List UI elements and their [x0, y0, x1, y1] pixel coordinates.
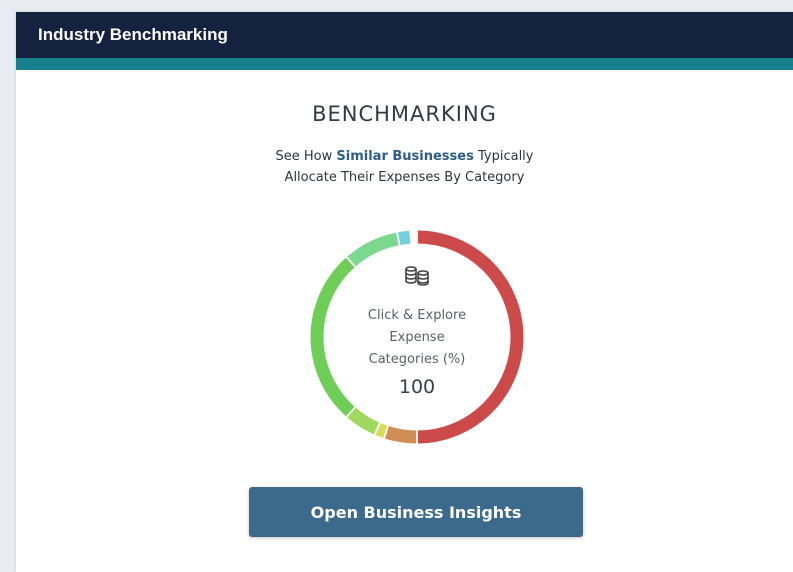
- donut-segment[interactable]: [310, 257, 355, 417]
- donut-segment[interactable]: [397, 230, 411, 246]
- panel-title: Industry Benchmarking: [38, 25, 228, 44]
- accent-bar: [16, 58, 793, 70]
- subtitle-suffix: Typically: [473, 149, 534, 164]
- subtitle-prefix: See How: [275, 149, 337, 164]
- subtitle-highlight: Similar Businesses: [336, 149, 474, 164]
- donut-segment[interactable]: [385, 426, 417, 444]
- donut-segment[interactable]: [347, 232, 399, 267]
- section-heading: BENCHMARKING: [312, 102, 497, 126]
- donut-center-value: 100: [399, 376, 435, 398]
- benchmarking-panel: Industry Benchmarking BENCHMARKING See H…: [16, 12, 793, 572]
- donut-center-line-1: Click & Explore: [368, 308, 466, 323]
- donut-segment[interactable]: [347, 407, 380, 435]
- donut-center-line-2: Expense: [389, 330, 444, 345]
- donut-center-line-3: Categories (%): [369, 352, 466, 367]
- expense-donut-chart[interactable]: Click & Explore Expense Categories (%) 1…: [307, 227, 527, 447]
- open-business-insights-button[interactable]: Open Business Insights: [249, 487, 583, 537]
- section-subtitle: See How Similar Businesses Typically All…: [16, 146, 793, 188]
- subtitle-line-2: Allocate Their Expenses By Category: [284, 170, 525, 185]
- coins-icon: [405, 266, 429, 286]
- panel-header: Industry Benchmarking: [16, 12, 793, 58]
- donut-segment[interactable]: [375, 423, 388, 438]
